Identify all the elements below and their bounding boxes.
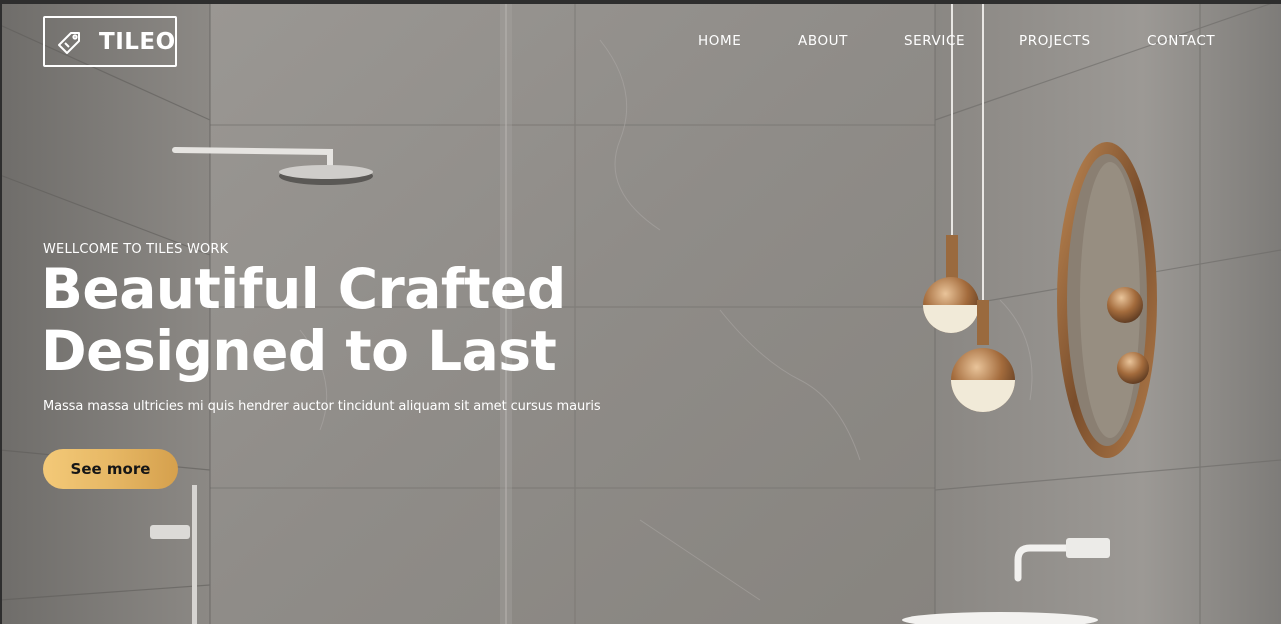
- hero-subtext: Massa massa ultricies mi quis hendrer au…: [43, 399, 601, 414]
- nav-projects[interactable]: PROJECTS: [1019, 33, 1091, 49]
- hero-eyebrow: WELLCOME TO TILES WORK: [43, 242, 229, 257]
- window-left-border: [0, 0, 2, 624]
- hero-section: TILEO HOME ABOUT SERVICE PROJECTS CONTAC…: [0, 0, 1281, 624]
- window-top-border: [0, 0, 1281, 4]
- nav-home[interactable]: HOME: [698, 33, 741, 49]
- headline-line-1: Beautiful Crafted: [41, 257, 566, 321]
- main-nav: HOME ABOUT SERVICE PROJECTS CONTACT: [0, 33, 1281, 53]
- nav-about[interactable]: ABOUT: [798, 33, 848, 49]
- nav-service[interactable]: SERVICE: [904, 33, 965, 49]
- nav-contact[interactable]: CONTACT: [1147, 33, 1215, 49]
- see-more-button[interactable]: See more: [43, 449, 178, 489]
- hero-headline: Beautiful Crafted Designed to Last: [41, 258, 661, 382]
- headline-line-2: Designed to Last: [41, 319, 557, 383]
